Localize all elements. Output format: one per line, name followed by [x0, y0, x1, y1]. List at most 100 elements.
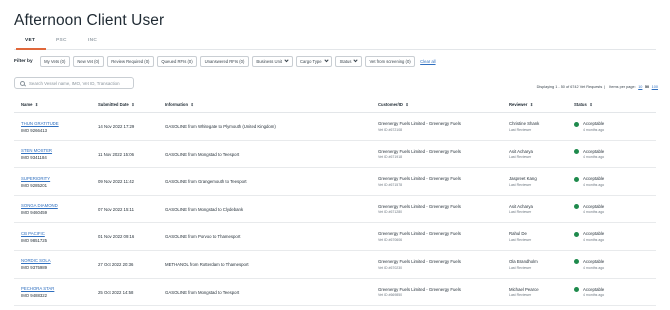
customer-cell: Greenergy Fuels Limited - Greenergy Fuel…: [378, 259, 461, 270]
customer-name: Greenergy Fuels Limited - Greenergy Fuel…: [378, 203, 461, 209]
vet-requests-table: Name ⇕ Submitted Date ⇕ Information ⇕ Custo…: [14, 96, 656, 307]
column-label: Customer/ID: [378, 102, 403, 107]
reviewer-name: Ola Brandholm: [509, 258, 538, 264]
table-row[interactable]: STEN MOSTER IMO 9341184 11 Nov 2022 15:06…: [14, 141, 656, 169]
filter-new-vet[interactable]: New Vet (0): [72, 55, 104, 67]
reviewer-role: Last Reviewer: [509, 237, 532, 242]
table-row[interactable]: THUN GRATITUDE IMO 9266413 14 Nov 2022 17…: [14, 113, 656, 141]
vet-id: Vet ID #671578: [378, 182, 403, 187]
voyage-information: GASOLINE from Mongstad to Teesport: [165, 151, 240, 157]
vessel-imo: IMO 9488322: [21, 293, 48, 299]
table-header: Name ⇕ Submitted Date ⇕ Information ⇕ Custo…: [14, 96, 656, 113]
vessel-name-link[interactable]: SONGA DIAMOND: [21, 203, 58, 208]
voyage-information: METHANOL from Rotterdam to Thamesport: [165, 261, 249, 267]
customer-cell: Greenergy Fuels Limited - Greenergy Fuel…: [378, 176, 461, 187]
filter-business-unit-dropdown[interactable]: Business Unit: [251, 55, 293, 67]
status-cell: Acceptable 4 months ago: [574, 148, 605, 159]
items-per-page-label: Items per page:: [609, 85, 636, 89]
column-header-status[interactable]: Status ⇕: [574, 102, 593, 107]
vessel-name-link[interactable]: THUN GRATITUDE: [21, 121, 59, 126]
column-label: Submitted Date: [98, 102, 129, 107]
table-row[interactable]: SONGA DIAMOND IMO 9460459 07 Nov 2022 15:…: [14, 196, 656, 224]
vessel-name-link[interactable]: NORDIC SOLA: [21, 258, 51, 263]
vessel-imo: IMO 9285201: [21, 182, 48, 188]
per-page-100-link[interactable]: 100: [652, 85, 658, 89]
vessel-cell: STEN MOSTER IMO 9341184: [21, 148, 52, 160]
table-row[interactable]: NORDIC SOLA IMO 9375989 27 Oct 2022 20:36…: [14, 251, 656, 279]
chevron-down-icon: [323, 57, 329, 62]
status-time: 4 months ago: [583, 210, 605, 215]
status-time: 4 months ago: [583, 127, 605, 132]
status-dot-icon: [574, 259, 579, 265]
filter-cargo-type-dropdown[interactable]: Cargo Type: [295, 55, 333, 67]
filter-queued-rfis[interactable]: Queued RFIs (0): [156, 55, 198, 67]
customer-name: Greenergy Fuels Limited - Greenergy Fuel…: [378, 258, 461, 264]
column-label: Reviewer: [509, 102, 528, 107]
chip-label: Status: [339, 58, 352, 64]
submitted-date: 11 Nov 2022 15:06: [98, 151, 134, 157]
customer-name: Greenergy Fuels Limited - Greenergy Fuel…: [378, 231, 461, 237]
voyage-information: GASOLINE from Porvoo to Thamesport: [165, 234, 241, 240]
column-label: Status: [574, 102, 587, 107]
tab-vet[interactable]: VET: [25, 38, 35, 43]
submitted-date: 07 Nov 2022 15:11: [98, 206, 134, 212]
reviewer-cell: Christine Shank Last Reviewer: [509, 121, 539, 132]
clear-all-link[interactable]: Clear all: [420, 59, 435, 64]
filter-unanswered-rfis[interactable]: Unanswered RFIs (0): [200, 55, 249, 67]
submitted-date: 14 Nov 2022 17:29: [98, 124, 135, 129]
reviewer-role: Last Reviewer: [509, 293, 532, 298]
status-dot-icon: [574, 231, 579, 237]
sort-icon: ⇕: [589, 101, 593, 107]
vet-id: Vet ID #671280: [378, 210, 403, 215]
filter-review-required[interactable]: Review Required (0): [106, 55, 154, 67]
status-dot-icon: [574, 121, 579, 127]
sort-icon: ⇕: [34, 101, 39, 107]
search-input[interactable]: [29, 80, 129, 86]
chip-label: New Vet (0): [77, 58, 100, 64]
column-header-name[interactable]: Name ⇕: [21, 102, 38, 107]
column-header-reviewer[interactable]: Reviewer ⇕: [509, 102, 533, 107]
vet-id: Vet ID #669850: [378, 293, 403, 298]
column-header-submitted-date[interactable]: Submitted Date ⇕: [98, 102, 135, 107]
filter-status-dropdown[interactable]: Status: [335, 55, 362, 67]
status-label: Acceptable: [583, 286, 605, 292]
status-time: 4 months ago: [583, 293, 605, 298]
tab-psc[interactable]: PSC: [56, 38, 67, 43]
vessel-imo: IMO 9460459: [21, 210, 48, 216]
table-row[interactable]: SUPERIORITY IMO 9285201 09 Nov 2022 11:42…: [14, 168, 656, 196]
vessel-cell: SUPERIORITY IMO 9285201: [21, 176, 50, 188]
column-header-information[interactable]: Information ⇕: [165, 102, 194, 107]
vessel-name-link[interactable]: SUPERIORITY: [21, 176, 50, 181]
results-summary: Displaying 1 - 50 of 6742 Vet Requests: [536, 85, 603, 89]
column-label: Name: [21, 102, 33, 107]
reviewer-cell: Jaspreet Kang Last Reviewer: [509, 176, 537, 187]
status-time: 4 months ago: [583, 182, 605, 187]
table-row[interactable]: CB PACIFIC IMO 9851725 01 Nov 2022 09:16 …: [14, 223, 656, 251]
vet-id: Vet ID #670606: [378, 237, 403, 242]
voyage-information: GASOLINE from Whitegate to Plymouth (Uni…: [165, 124, 276, 129]
reviewer-name: Asit Acharya: [509, 148, 533, 154]
status-label: Acceptable: [583, 148, 605, 154]
reviewer-name: Rahul De: [509, 231, 527, 237]
vessel-imo: IMO 9266413: [21, 127, 48, 133]
filter-my-vets[interactable]: My Vets (0): [39, 55, 70, 67]
column-header-customer-id[interactable]: Customer/ID ⇕: [378, 102, 409, 107]
reviewer-role: Last Reviewer: [509, 182, 532, 187]
customer-cell: Greenergy Fuels Limited - Greenergy Fuel…: [378, 287, 461, 298]
per-page-10-link[interactable]: 10: [638, 85, 642, 89]
vessel-name-link[interactable]: STEN MOSTER: [21, 148, 52, 153]
filter-vet-from-screening[interactable]: Vet from screening (0): [364, 55, 416, 67]
tab-inc[interactable]: INC: [88, 38, 97, 43]
reviewer-cell: Ola Brandholm Last Reviewer: [509, 259, 538, 270]
voyage-information: GASOLINE from Mongstad to Clydebank: [165, 206, 244, 212]
vessel-name-link[interactable]: CB PACIFIC: [21, 231, 47, 236]
separator: |: [604, 85, 606, 89]
filter-label: Filter by: [14, 58, 33, 64]
table-row[interactable]: PECHORA STAR IMO 9488322 25 Oct 2022 14:5…: [14, 279, 656, 307]
voyage-information: GASOLINE from Mongstad to Teesport: [165, 289, 240, 295]
submitted-date: 01 Nov 2022 09:16: [98, 234, 135, 240]
vessel-name-link[interactable]: PECHORA STAR: [21, 286, 54, 291]
search-box: [14, 77, 134, 89]
sort-icon: ⇕: [405, 101, 409, 107]
status-cell: Acceptable 4 months ago: [574, 121, 604, 132]
